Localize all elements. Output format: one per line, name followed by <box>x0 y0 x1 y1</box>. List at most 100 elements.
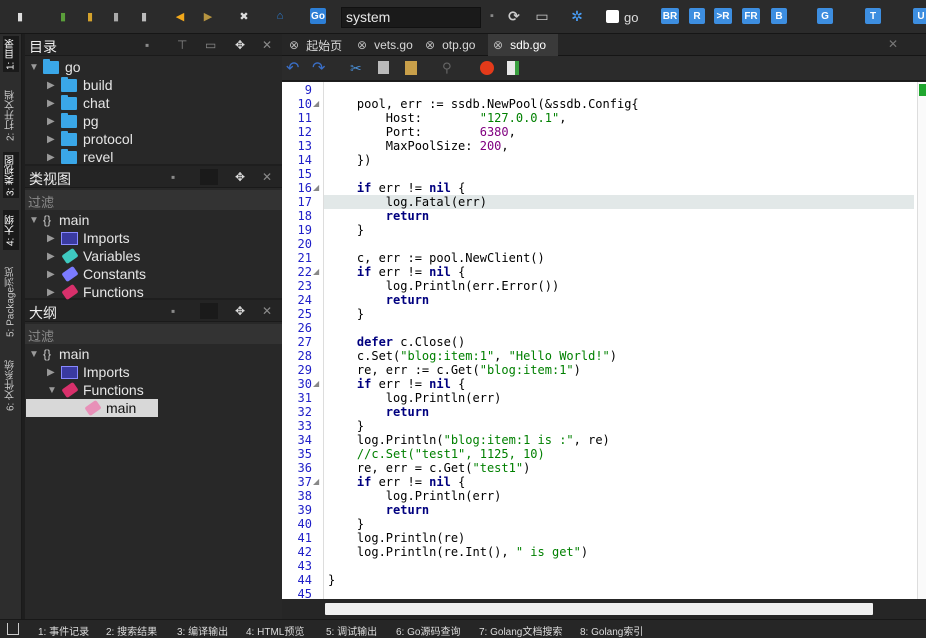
go-checkbox[interactable] <box>606 10 619 23</box>
build-button[interactable]: B <box>771 8 787 24</box>
output-tab-6[interactable]: 6: Go源码查询 <box>396 623 460 638</box>
output-tab-3[interactable]: 3: 编译输出 <box>177 623 228 638</box>
class-item-functions[interactable]: ▶ Functions <box>47 283 144 301</box>
sync-icon[interactable]: ▭ <box>205 38 216 52</box>
combo-dropdown-icon[interactable]: ▪ <box>486 8 498 24</box>
output-tab-8[interactable]: 8: Golang索引 <box>580 623 643 638</box>
outline-root-main[interactable]: ▼ {} main <box>29 345 89 363</box>
expand-arrow-icon[interactable]: ▼ <box>29 349 43 360</box>
panel-menu-icon[interactable]: ▪ <box>171 304 175 318</box>
class-item-constants[interactable]: ▶ Constants <box>47 265 146 283</box>
tab-sdb-go[interactable]: ⊗ sdb.go <box>488 34 558 56</box>
output-tab-4[interactable]: 4: HTML预览 <box>246 623 304 638</box>
fold-marker-icon[interactable]: ◢ <box>313 99 319 108</box>
tab-otp-go[interactable]: ⊗ otp.go <box>420 34 488 56</box>
tab-start-page[interactable]: ⊗ 起始页 <box>284 34 352 56</box>
back-arrow-icon[interactable]: ◀ <box>172 8 188 24</box>
expand-arrow-icon[interactable]: ▶ <box>47 367 61 378</box>
run-term-button[interactable]: >R <box>714 8 732 24</box>
expand-arrow-icon[interactable]: ▶ <box>47 116 61 127</box>
fold-marker-icon[interactable]: ◢ <box>313 477 319 486</box>
fold-marker-icon[interactable]: ◢ <box>313 379 319 388</box>
expand-arrow-icon[interactable]: ▶ <box>47 80 61 91</box>
fold-marker-icon[interactable]: ◢ <box>313 267 319 276</box>
tree-folder-protocol[interactable]: ▶ protocol <box>47 130 133 148</box>
settings-gear-icon[interactable]: ✲ <box>569 8 585 24</box>
move-icon[interactable]: ✥ <box>235 304 245 318</box>
output-tab-7[interactable]: 7: Golang文档搜索 <box>479 623 562 638</box>
new-file-icon[interactable]: ▮ <box>12 8 28 24</box>
close-editor-icon[interactable]: ✕ <box>888 37 898 51</box>
forward-arrow-icon[interactable]: ▶ <box>200 8 216 24</box>
code-editor[interactable]: pool, err := ssdb.NewPool(&ssdb.Config{ … <box>324 82 917 599</box>
class-item-variables[interactable]: ▶ Variables <box>47 247 140 265</box>
class-view-filter-input[interactable]: 过滤 <box>25 190 282 210</box>
format-icon[interactable]: ⚲ <box>442 60 452 76</box>
output-tab-1[interactable]: 1: 事件记录 <box>38 623 89 638</box>
monitor-icon[interactable]: ▭ <box>534 8 550 24</box>
expand-arrow-icon[interactable]: ▶ <box>47 269 61 280</box>
run-button[interactable]: R <box>689 8 705 24</box>
copy-icon[interactable] <box>378 61 389 74</box>
class-root-main[interactable]: ▼ {} main <box>29 211 89 229</box>
paste-icon[interactable] <box>405 61 417 75</box>
toggle-output-icon[interactable] <box>7 623 19 635</box>
go-env-icon[interactable]: Go <box>310 8 326 24</box>
save-all-icon[interactable]: ▮ <box>136 8 152 24</box>
horizontal-scrollbar[interactable] <box>325 603 873 615</box>
panel-menu-icon[interactable]: ▪ <box>145 38 149 52</box>
home-icon[interactable]: ⌂ <box>272 8 288 24</box>
fold-marker-icon[interactable]: ◢ <box>313 183 319 192</box>
close-tab-icon[interactable]: ⊗ <box>357 38 367 52</box>
output-tab-2[interactable]: 2: 搜索结果 <box>106 623 157 638</box>
redo-icon[interactable]: ↷ <box>312 58 325 78</box>
expand-arrow-icon[interactable]: ▶ <box>47 287 61 298</box>
environment-combo[interactable]: system <box>341 7 481 28</box>
tab-vets-go[interactable]: ⊗ vets.go <box>352 34 420 56</box>
outline-filter-input[interactable]: 过滤 <box>25 324 282 344</box>
close-panel-icon[interactable]: ✕ <box>262 170 272 184</box>
tree-folder-chat[interactable]: ▶ chat <box>47 94 109 112</box>
expand-arrow-icon[interactable]: ▶ <box>47 251 61 262</box>
close-panel-icon[interactable]: ✕ <box>262 304 272 318</box>
expand-arrow-icon[interactable]: ▶ <box>47 134 61 145</box>
filter-icon[interactable]: ⊤ <box>177 38 187 52</box>
expand-arrow-icon[interactable]: ▶ <box>47 152 61 163</box>
file-run-button[interactable]: FR <box>742 8 760 24</box>
save-icon[interactable]: ▮ <box>108 8 124 24</box>
output-tab-5[interactable]: 5: 调试输出 <box>326 623 377 638</box>
update-button[interactable]: U <box>913 8 926 24</box>
toggle-icon[interactable] <box>200 303 218 319</box>
open-folder-icon[interactable]: ▮ <box>82 8 98 24</box>
outline-item-functions[interactable]: ▼ Functions <box>47 381 144 399</box>
toggle-icon[interactable] <box>200 169 218 185</box>
close-panel-icon[interactable]: ✕ <box>262 38 272 52</box>
cut-icon[interactable]: ✂ <box>350 60 362 77</box>
side-tab-class-view[interactable]: 3: 类视图 <box>3 152 19 198</box>
tools-icon[interactable]: ✖ <box>236 8 252 24</box>
move-icon[interactable]: ✥ <box>235 170 245 184</box>
side-tab-file-system[interactable]: 6: 文件系统 <box>3 354 19 416</box>
tree-root-go[interactable]: ▼ go <box>29 58 81 76</box>
collapse-arrow-icon[interactable]: ▼ <box>47 385 61 396</box>
expand-arrow-icon[interactable]: ▶ <box>47 233 61 244</box>
tree-folder-build[interactable]: ▶ build <box>47 76 113 94</box>
breakpoint-icon[interactable] <box>480 61 494 75</box>
expand-arrow-icon[interactable]: ▼ <box>29 62 43 73</box>
side-tab-directory[interactable]: 1: 目录 <box>3 36 19 72</box>
class-item-imports[interactable]: ▶ Imports <box>47 229 130 247</box>
side-tab-open-docs[interactable]: 2: 打开文档 <box>3 86 19 144</box>
outline-item-main-func-selected[interactable]: main <box>26 399 158 417</box>
panel-menu-icon[interactable]: ▪ <box>171 170 175 184</box>
tree-folder-revel[interactable]: ▶ revel <box>47 148 113 166</box>
close-tab-icon[interactable]: ⊗ <box>425 38 435 52</box>
side-tab-package-browser[interactable]: 5: Package浏览 <box>3 262 19 342</box>
side-tab-outline[interactable]: 4: 大纲 <box>3 210 19 250</box>
tree-folder-pg[interactable]: ▶ pg <box>47 112 99 130</box>
new-project-icon[interactable]: ▮ <box>55 8 71 24</box>
undo-icon[interactable]: ↶ <box>286 58 299 78</box>
goto-icon[interactable] <box>507 61 519 75</box>
refresh-icon[interactable]: ⟳ <box>506 8 522 24</box>
expand-arrow-icon[interactable]: ▶ <box>47 98 61 109</box>
vertical-scrollbar[interactable] <box>917 82 926 599</box>
